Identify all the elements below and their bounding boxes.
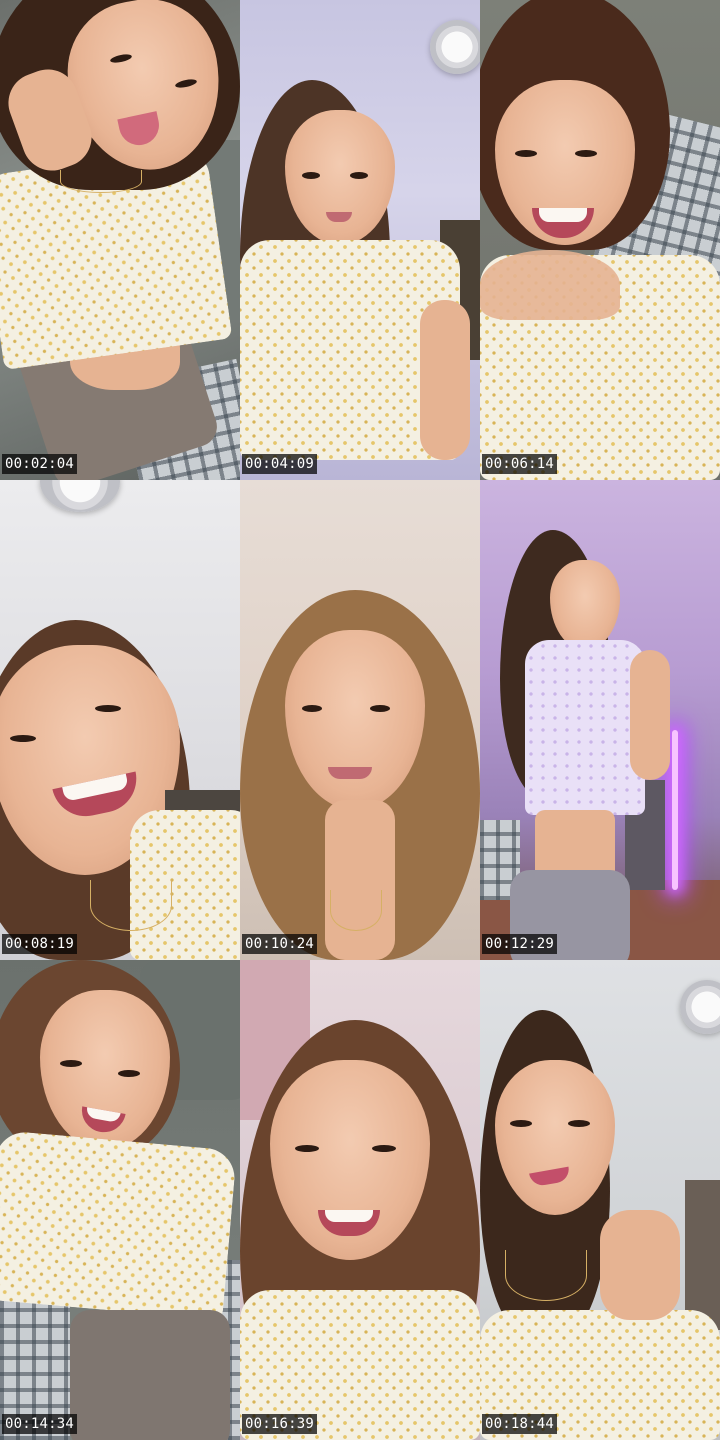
timestamp-label: 00:18:44 <box>482 1414 558 1434</box>
timestamp-label: 00:14:34 <box>2 1414 78 1434</box>
thumbnail-6-image <box>480 480 720 960</box>
timestamp-label: 00:16:39 <box>242 1414 318 1434</box>
thumbnail-5-image <box>240 480 480 960</box>
timestamp-label: 00:08:19 <box>2 934 78 954</box>
timestamp-label: 00:10:24 <box>242 934 318 954</box>
thumbnail-6[interactable]: 00:12:29 <box>480 480 720 960</box>
timestamp-label: 00:04:09 <box>242 454 318 474</box>
thumbnail-3-image <box>480 0 720 480</box>
timestamp-label: 00:06:14 <box>482 454 558 474</box>
thumbnail-7[interactable]: 00:14:34 <box>0 960 240 1440</box>
contact-sheet-grid: 00:02:04 00:04:09 00:06:14 00:08:19 00:1… <box>0 0 720 1440</box>
timestamp-label: 00:12:29 <box>482 934 558 954</box>
thumbnail-7-image <box>0 960 240 1440</box>
thumbnail-1-image <box>0 0 240 480</box>
thumbnail-9-image <box>480 960 720 1440</box>
timestamp-label: 00:02:04 <box>2 454 78 474</box>
thumbnail-3[interactable]: 00:06:14 <box>480 0 720 480</box>
thumbnail-2[interactable]: 00:04:09 <box>240 0 480 480</box>
thumbnail-8[interactable]: 00:16:39 <box>240 960 480 1440</box>
thumbnail-2-image <box>240 0 480 480</box>
thumbnail-8-image <box>240 960 480 1440</box>
thumbnail-9[interactable]: 00:18:44 <box>480 960 720 1440</box>
thumbnail-4[interactable]: 00:08:19 <box>0 480 240 960</box>
thumbnail-5[interactable]: 00:10:24 <box>240 480 480 960</box>
thumbnail-4-image <box>0 480 240 960</box>
thumbnail-1[interactable]: 00:02:04 <box>0 0 240 480</box>
